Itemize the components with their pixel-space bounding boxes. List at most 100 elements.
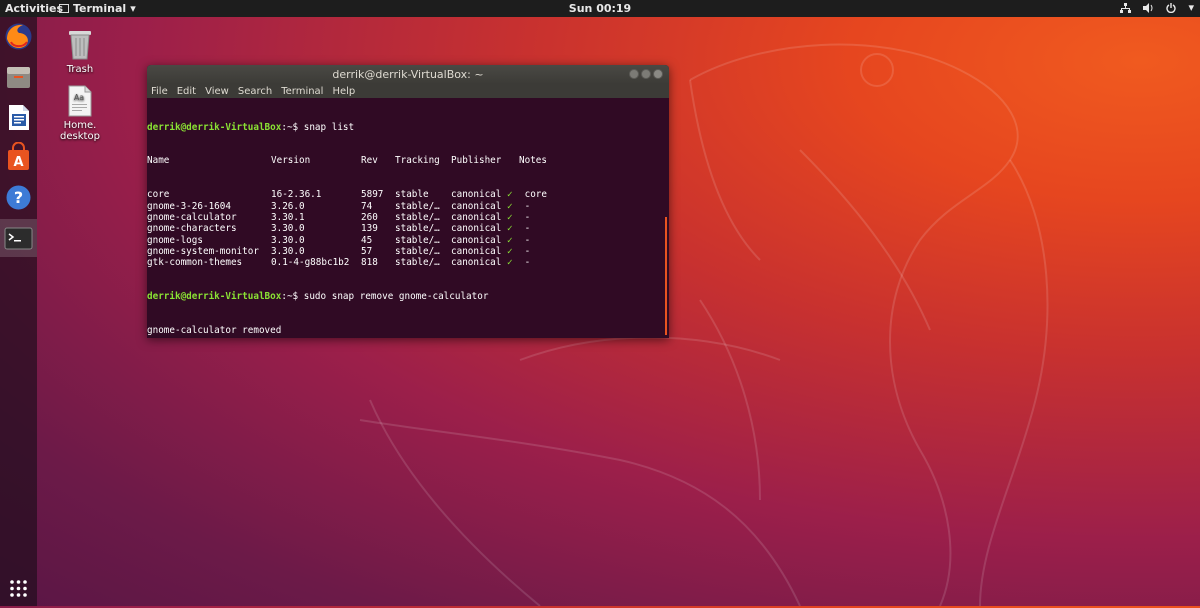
snap-list-cell: 3.30.1 [271, 212, 361, 223]
terminal-menubar: File Edit View Search Terminal Help [147, 84, 669, 98]
show-applications-icon [3, 573, 34, 604]
snap-list-row: gtk-common-themes0.1-4-g88bc1b2818stable… [147, 257, 669, 268]
snap-list-cell: stable/… [395, 257, 451, 268]
menu-view[interactable]: View [205, 86, 229, 97]
terminal-line: derrik@derrik-VirtualBox:~$ snap list [147, 122, 669, 133]
terminal-line: derrik@derrik-VirtualBox:~$ sudo snap re… [147, 291, 669, 302]
snap-list-cell: 74 [361, 201, 395, 212]
scrollbar[interactable] [665, 217, 667, 335]
menu-edit[interactable]: Edit [177, 86, 196, 97]
header-cell: Tracking [395, 155, 451, 166]
show-applications-button[interactable] [3, 573, 34, 604]
system-tray[interactable]: ▾ [1120, 1, 1194, 14]
snap-list-cell: - [525, 246, 531, 257]
prompt-user: derrik@derrik-VirtualBox [147, 122, 281, 133]
verified-check-icon: ✓ [507, 257, 513, 268]
verified-check-icon: ✓ [507, 201, 513, 212]
snap-list-cell: stable/… [395, 235, 451, 246]
app-menu[interactable]: Terminal ▾ [59, 2, 136, 15]
desktop-icon-label: Home. [50, 120, 110, 131]
snap-list-cell: gnome-characters [147, 223, 271, 234]
command-output: gnome-calculator removed [147, 325, 669, 336]
desktop-file-icon: Aa [67, 85, 93, 117]
trash-icon [66, 27, 94, 61]
snap-list-cell: stable/… [395, 201, 451, 212]
verified-check-icon: ✓ [507, 235, 513, 246]
snap-list-cell: - [525, 235, 531, 246]
snap-list-cell: gnome-system-monitor [147, 246, 271, 257]
snap-list-header: NameVersionRevTrackingPublisherNotes [147, 155, 669, 166]
desktop-icon-trash[interactable]: Trash [50, 27, 110, 75]
network-icon [1120, 3, 1131, 13]
header-cell: Version [271, 155, 361, 166]
terminal-window[interactable]: derrik@derrik-VirtualBox: ~ File Edit Vi… [147, 65, 669, 338]
power-icon [1166, 3, 1176, 13]
dock-item-help[interactable]: ? [3, 182, 34, 213]
close-button[interactable] [653, 69, 663, 79]
command-text: snap list [298, 122, 354, 133]
verified-check-icon: ✓ [507, 189, 513, 200]
command-text: sudo snap remove gnome-calculator [298, 291, 488, 302]
window-title: derrik@derrik-VirtualBox: ~ [332, 68, 483, 81]
desktop-icon-label: Trash [50, 64, 110, 75]
snap-list-cell: 45 [361, 235, 395, 246]
desktop-icon-home-desktop[interactable]: Aa Home. desktop [50, 85, 110, 142]
caret-down-icon: ▾ [130, 2, 136, 15]
svg-text:A: A [13, 155, 23, 170]
snap-list-row: core16-2.36.15897stablecanonical✓core [147, 189, 669, 200]
snap-list-row: gnome-system-monitor3.30.057stable/…cano… [147, 246, 669, 257]
volume-icon [1143, 3, 1154, 13]
terminal-icon [3, 223, 34, 254]
snap-list-cell: gnome-logs [147, 235, 271, 246]
snap-list-cell: 3.30.0 [271, 223, 361, 234]
verified-check-icon: ✓ [507, 223, 513, 234]
prompt-path: :~$ [281, 122, 298, 133]
menu-terminal[interactable]: Terminal [281, 86, 323, 97]
snap-list-cell: - [525, 257, 531, 268]
desktop-icon-label-line2: desktop [50, 131, 110, 142]
verified-check-icon: ✓ [507, 212, 513, 223]
dock-item-files[interactable] [3, 61, 34, 92]
dock-item-writer[interactable] [3, 102, 34, 133]
header-cell: Name [147, 155, 271, 166]
minimize-button[interactable] [629, 69, 639, 79]
help-icon: ? [3, 182, 34, 213]
terminal-output[interactable]: derrik@derrik-VirtualBox:~$ snap list Na… [147, 98, 669, 338]
snap-list-row: gnome-logs3.30.045stable/…canonical✓- [147, 235, 669, 246]
dock: A ? [0, 17, 37, 606]
snap-list-cell: 57 [361, 246, 395, 257]
dock-item-software[interactable]: A [3, 142, 34, 173]
snap-list-cell: - [525, 201, 531, 212]
snap-list-cell: core [147, 189, 271, 200]
snap-list-cell: stable [395, 189, 451, 200]
snap-list-cell: gtk-common-themes [147, 257, 271, 268]
menu-file[interactable]: File [151, 86, 168, 97]
firefox-icon [3, 21, 34, 52]
snap-list-cell: 139 [361, 223, 395, 234]
activities-button[interactable]: Activities [5, 2, 63, 15]
software-center-icon: A [3, 142, 34, 173]
snap-list-cell: 16-2.36.1 [271, 189, 361, 200]
snap-list-cell: - [525, 223, 531, 234]
snap-list-cell: gnome-3-26-1604 [147, 201, 271, 212]
prompt-path: :~$ [281, 291, 298, 302]
snap-list-cell: 3.30.0 [271, 235, 361, 246]
dock-item-firefox[interactable] [3, 21, 34, 52]
dock-item-terminal[interactable] [0, 219, 37, 257]
terminal-titlebar[interactable]: derrik@derrik-VirtualBox: ~ [147, 65, 669, 84]
verified-check-icon: ✓ [507, 246, 513, 257]
snap-list-row: gnome-3-26-16043.26.074stable/…canonical… [147, 201, 669, 212]
menu-search[interactable]: Search [238, 86, 272, 97]
files-icon [3, 61, 34, 92]
maximize-button[interactable] [641, 69, 651, 79]
snap-list-row: gnome-characters3.30.0139stable/…canonic… [147, 223, 669, 234]
libreoffice-writer-icon [3, 102, 34, 133]
clock[interactable]: Sun 00:19 [569, 2, 631, 15]
snap-list-cell: - [525, 212, 531, 223]
window-controls [629, 69, 663, 79]
snap-list-cell: 0.1-4-g88bc1b2 [271, 257, 361, 268]
snap-list-cell: 3.26.0 [271, 201, 361, 212]
clock-container: Sun 00:19 [0, 2, 1200, 15]
menu-help[interactable]: Help [332, 86, 355, 97]
header-cell: Publisher [451, 155, 519, 166]
